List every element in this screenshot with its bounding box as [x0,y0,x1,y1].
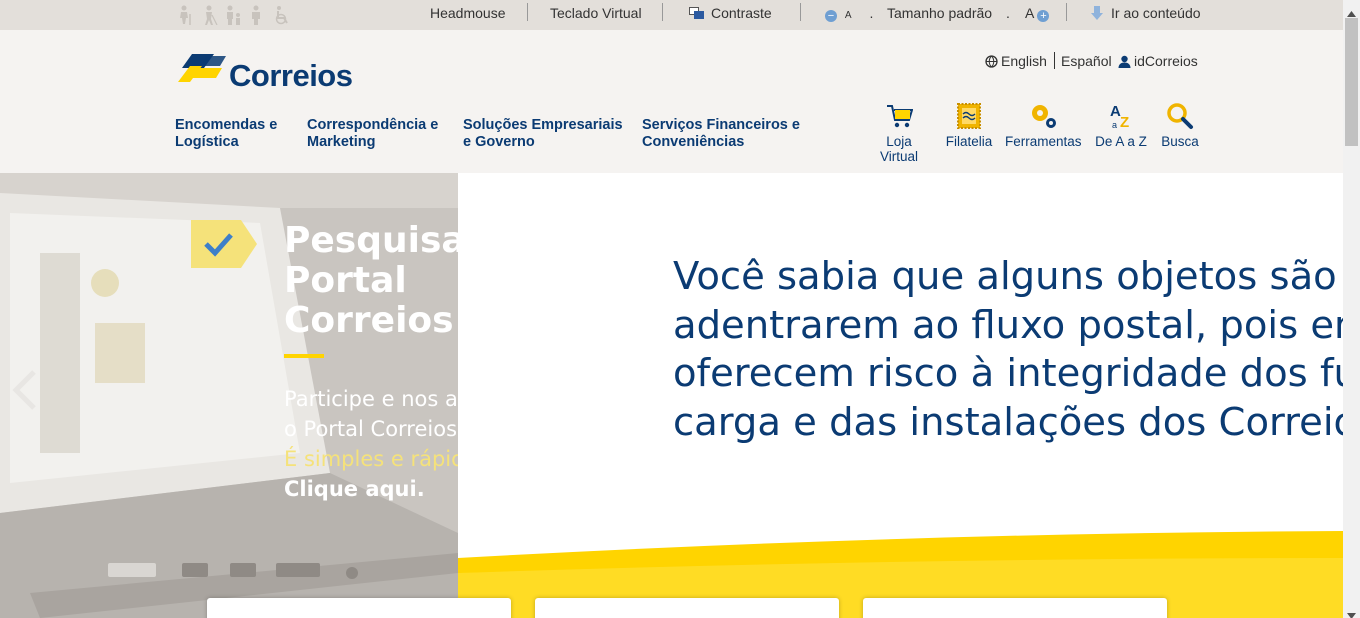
accessibility-bar: Headmouse Teclado Virtual Contraste − A … [0,0,1343,30]
hero-title: Pesquisa Portal Correios [284,221,458,341]
divider [1054,52,1055,69]
tool-ferramentas[interactable]: Ferramentas [1005,102,1082,149]
accessibility-icons [176,5,290,26]
scroll-down-arrow[interactable] [1347,606,1356,618]
contrast-label: Contraste [711,5,772,21]
nav-line: Logística [175,134,239,150]
font-decrease-label[interactable]: A [845,10,852,21]
correios-logo[interactable]: Correios [176,52,353,97]
hero-body-line: o Portal Correios [284,417,458,441]
tool-loja-virtual[interactable]: Loja Virtual [866,102,932,164]
nav-solucoes-empresariais[interactable]: Soluções Empresariais e Governo [463,117,623,151]
hero-cta-link[interactable]: Clique aqui. [284,474,458,504]
service-card[interactable] [535,598,839,618]
hero-body-line: Participe e nos a [284,387,458,411]
elderly-icon [176,5,194,25]
svg-text:a: a [1112,120,1117,130]
tool-de-a-a-z[interactable]: A Z a De A a Z [1094,102,1148,149]
nav-line: Encomendas e [175,117,278,133]
tool-label: Filatelia [945,134,993,149]
logo-text: Correios [229,58,353,93]
arrow-down-icon [1091,2,1103,28]
divider [1066,3,1067,21]
search-icon [1167,103,1193,129]
english-link[interactable]: English [985,53,1047,71]
nav-line: Serviços Financeiros e [642,117,800,133]
user-icon [1118,55,1131,71]
nav-line: Soluções Empresariais [463,117,623,133]
nav-line: Correspondência e [307,117,439,133]
divider [527,3,528,21]
globe-icon [985,55,998,71]
correios-logo-icon [178,54,226,82]
prev-slide-arrow[interactable] [10,368,40,417]
info-banner: Você sabia que alguns objetos são adentr… [458,173,1343,618]
nav-correspondencia[interactable]: Correspondência e Marketing [307,117,438,151]
font-dot: . [1005,5,1010,21]
tool-label: De A a Z [1095,134,1147,149]
contrast-toggle[interactable]: Contraste [689,0,772,30]
gears-icon [1032,105,1056,128]
cart-icon [887,105,913,128]
hero-body-highlight: É simples e rápio [284,447,458,471]
hero-carousel-slide: Pesquisa Portal Correios Participe e nos… [0,173,458,618]
hero-title-line: Portal [284,260,407,301]
tool-busca[interactable]: Busca [1160,102,1200,149]
svg-text:Z: Z [1120,114,1129,130]
hero-title-line: Pesquisa [284,220,458,261]
hero-title-line: Correios [284,300,454,341]
headmouse-link[interactable]: Headmouse [430,0,506,30]
chevron-left-icon [12,370,36,410]
person-icon [248,5,266,25]
page-scrollbar[interactable] [1343,0,1360,618]
nav-line: e Governo [463,134,535,150]
hero-body: Participe e nos a o Portal Correios É si… [284,384,458,504]
parent-child-icon [224,5,242,25]
tool-label: Loja Virtual [879,134,919,164]
tool-filatelia[interactable]: Filatelia [945,102,993,149]
nav-encomendas[interactable]: Encomendas e Logística [175,117,277,151]
check-icon [191,220,257,268]
idcorreios-label: idCorreios [1134,53,1198,69]
service-card[interactable] [863,598,1167,618]
font-increase-icon[interactable]: + [1037,10,1050,22]
font-size-controls: − A . Tamanho padrão . A + [825,0,1050,30]
divider [800,3,801,21]
yellow-wave-decoration [458,531,1343,618]
font-dot: . [869,5,874,21]
checkmark-badge [191,220,257,273]
skip-to-content-link[interactable]: Ir ao conteúdo [1091,0,1201,30]
nav-servicos-financeiros[interactable]: Serviços Financeiros e Conveniências [642,117,800,151]
espanol-link[interactable]: Español [1061,53,1112,69]
nav-line: Conveniências [642,134,745,150]
divider [662,3,663,21]
tool-label: Busca [1161,134,1199,149]
service-card[interactable] [207,598,511,618]
idcorreios-link[interactable]: idCorreios [1118,53,1198,71]
english-label: English [1001,53,1047,69]
font-size-label[interactable]: Tamanho padrão [887,5,992,21]
nav-line: Marketing [307,134,376,150]
az-icon: A Z a [1110,103,1129,130]
font-increase-label[interactable]: A [1025,5,1034,21]
contrast-icon [689,7,705,19]
skip-label: Ir ao conteúdo [1111,5,1201,21]
site-header: Correios English Español idCorreios Enco… [0,30,1343,173]
hero-title-underline [284,354,324,358]
wheelchair-icon [272,5,290,25]
virtual-keyboard-link[interactable]: Teclado Virtual [550,0,642,30]
font-decrease-icon[interactable]: − [825,10,837,22]
stamp-icon [957,103,981,129]
scroll-thumb[interactable] [1345,18,1358,146]
tool-label: Ferramentas [1005,134,1082,149]
blind-person-icon [200,5,218,26]
